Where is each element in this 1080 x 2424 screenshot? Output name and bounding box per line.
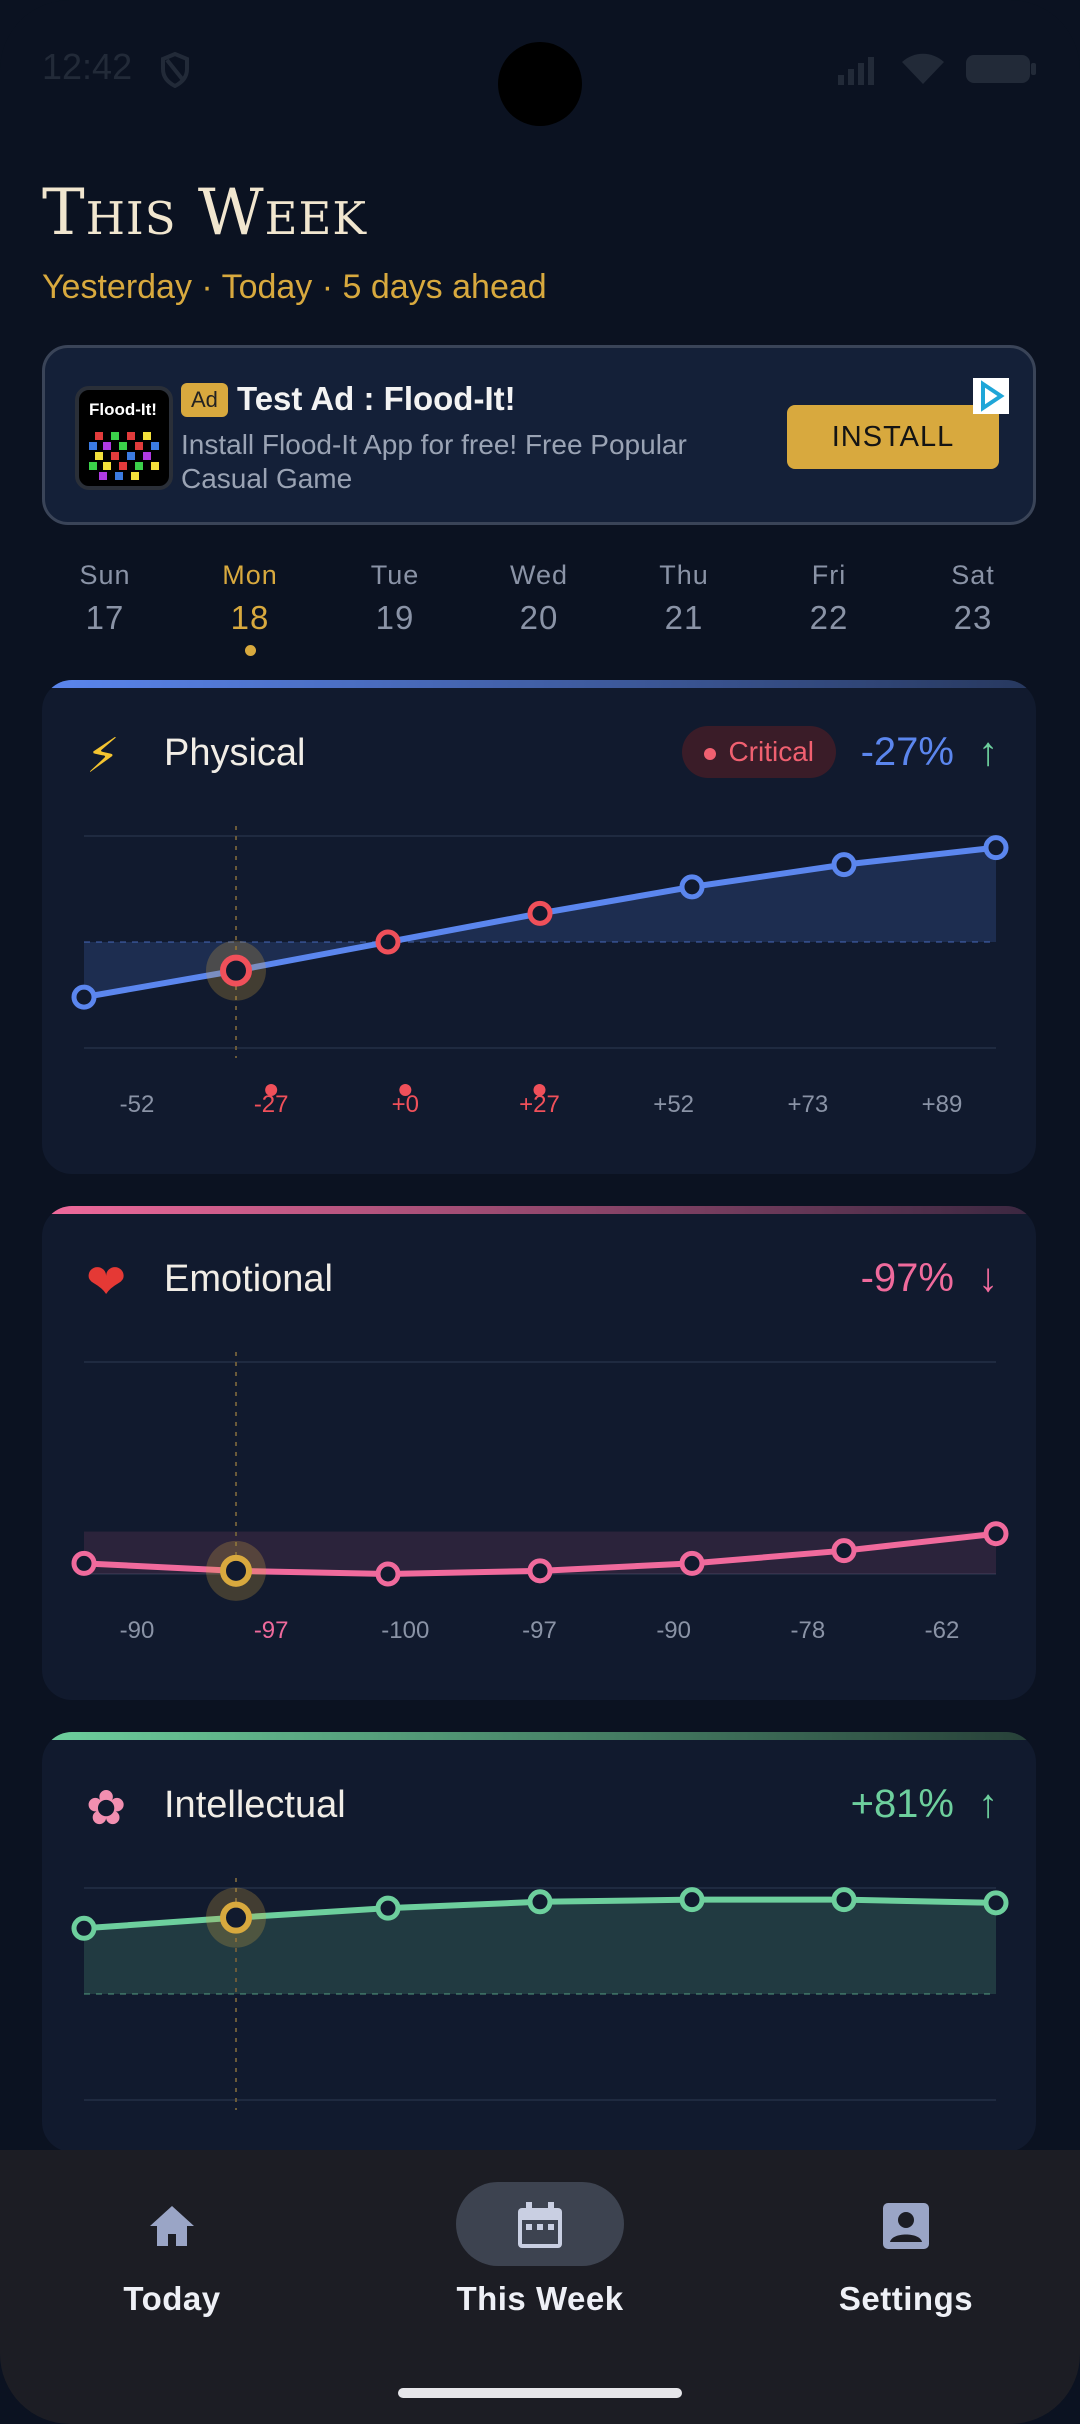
data-point (527, 1558, 553, 1584)
day-date: 19 (375, 599, 415, 636)
day-name: Wed (509, 560, 569, 590)
day-name: Sun (79, 560, 131, 590)
status-time: 12:42 (42, 46, 133, 87)
day-name: Thu (659, 560, 709, 590)
ad-app-icon-title: Flood-It! (89, 400, 157, 419)
nav-label: Today (123, 2280, 221, 2317)
ad-banner[interactable]: Flood-It! Ad Test Ad : Flood-It! Install… (42, 345, 1036, 525)
home-indicator (398, 2388, 682, 2398)
intellectual-card[interactable]: ✿ Intellectual +81% ↑ (42, 1732, 1036, 2152)
calendar-icon (518, 2202, 562, 2248)
day-date: 17 (85, 599, 125, 636)
day-name: Tue (370, 560, 420, 590)
day-mon[interactable]: Mon 18 (190, 560, 310, 656)
day-value-label: +73 (787, 1091, 828, 1118)
today-data-point (220, 1901, 252, 1934)
nav-label: Settings (838, 2280, 974, 2317)
data-point (71, 984, 97, 1010)
home-icon (150, 2206, 194, 2246)
day-value-label: +89 (922, 1091, 963, 1118)
week-day-strip: Sun 17 Mon 18 Tue 19 Wed 20 Thu 21 Fri 2… (42, 560, 1036, 670)
install-button[interactable]: INSTALL (787, 405, 999, 469)
day-date: 22 (809, 599, 849, 636)
day-tue[interactable]: Tue 19 (335, 560, 455, 637)
day-value-label: -90 (656, 1617, 691, 1644)
bottom-navigation: Today This Week Settings (0, 2150, 1080, 2424)
wifi-icon (902, 53, 944, 84)
battery-icon (966, 55, 1036, 83)
day-value-label: -62 (925, 1617, 960, 1644)
page-subtitle: Yesterday · Today · 5 days ahead (42, 268, 547, 306)
data-point (71, 1550, 97, 1576)
data-point (375, 929, 401, 955)
data-point (71, 1915, 97, 1941)
nav-label: This Week (456, 2280, 624, 2317)
day-value-label: +52 (653, 1091, 694, 1118)
day-sun[interactable]: Sun 17 (45, 560, 165, 637)
physical-chart: -52 -27 +0 +27 +52 +73 +89 (71, 826, 1009, 1118)
today-data-point (220, 954, 252, 987)
data-point (527, 900, 553, 926)
data-point (375, 1895, 401, 1921)
pixel-grid-icon (89, 432, 159, 480)
emotional-chart: -90 -97 -100 -97 -90 -78 -62 (71, 1352, 1009, 1644)
data-point (983, 1521, 1009, 1547)
ad-headline: Test Ad : Flood-It! (237, 380, 516, 417)
ad-app-icon: Flood-It! (75, 386, 173, 490)
data-point (983, 835, 1009, 861)
data-point (679, 874, 705, 900)
critical-day-dot (399, 1084, 412, 1096)
camera-cutout (498, 42, 582, 126)
critical-day-dot (533, 1084, 546, 1096)
day-value-label: -100 (381, 1617, 429, 1644)
day-thu[interactable]: Thu 21 (624, 560, 744, 637)
day-name: Fri (811, 560, 847, 590)
shield-icon (160, 51, 190, 93)
day-date: 21 (664, 599, 704, 636)
account-icon (883, 2203, 929, 2249)
data-point (679, 1550, 705, 1576)
day-fri[interactable]: Fri 22 (769, 560, 889, 637)
app-screen: 12:42 This Week Yesterday · Today · 5 da… (0, 0, 1080, 2424)
day-sat[interactable]: Sat 23 (913, 560, 1033, 637)
ad-description: Install Flood-It App for free! Free Popu… (181, 429, 687, 494)
intellectual-chart (71, 1878, 1009, 2110)
physical-card[interactable]: ⚡ Physical Critical -27% ↑ -52 -27 +0 +27 +5… (42, 680, 1036, 1174)
data-point (375, 1561, 401, 1587)
status-icons (836, 52, 1038, 86)
ad-badge: Ad (181, 383, 228, 417)
data-point (831, 852, 857, 878)
critical-day-dot (265, 1084, 278, 1096)
data-point (527, 1889, 553, 1915)
day-value-label: -97 (254, 1617, 289, 1644)
page-title: This Week (42, 176, 367, 250)
day-value-label: -52 (120, 1091, 155, 1118)
day-date: 23 (953, 599, 993, 636)
day-name: Mon (222, 560, 278, 590)
ad-choices-icon[interactable] (973, 378, 1009, 414)
data-point (831, 1538, 857, 1564)
day-date: 18 (230, 599, 270, 636)
emotional-card[interactable]: ❤ Emotional -97% ↓ -90 -97 -100 -97 -90 -78 -6… (42, 1206, 1036, 1700)
today-indicator-dot (244, 645, 256, 656)
data-point (679, 1887, 705, 1913)
day-wed[interactable]: Wed 20 (479, 560, 599, 637)
day-date: 20 (519, 599, 559, 636)
signal-icon (838, 57, 874, 85)
data-point (831, 1887, 857, 1913)
data-point (983, 1890, 1009, 1916)
day-name: Sat (951, 560, 995, 590)
day-value-label: -97 (522, 1617, 557, 1644)
day-value-label: -90 (120, 1617, 155, 1644)
day-value-label: -78 (790, 1617, 825, 1644)
today-data-point (220, 1554, 252, 1587)
